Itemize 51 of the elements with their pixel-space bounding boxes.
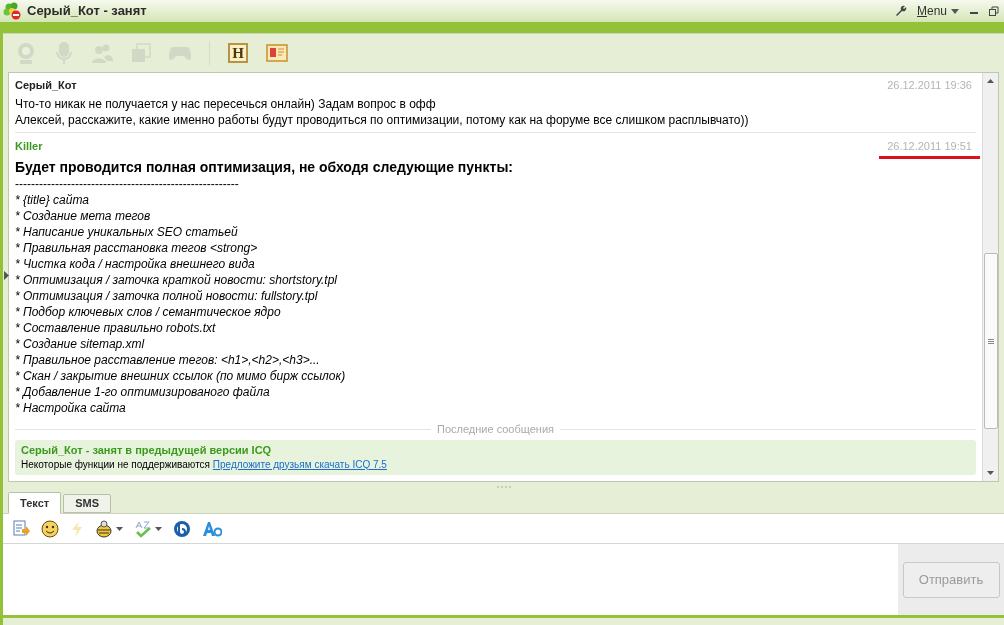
scroll-up-icon[interactable] xyxy=(987,79,994,83)
dropdown-caret-icon[interactable] xyxy=(116,526,123,531)
notice-text: Некоторые функции не поддерживаются xyxy=(21,458,211,470)
message-text: * Создание sitemap.xml xyxy=(15,336,146,352)
collapse-arrow-icon[interactable] xyxy=(4,271,9,280)
recent-messages-label: Последние сообщения xyxy=(437,422,554,437)
message-text: * Правильная расстановка тегов <strong> xyxy=(15,240,259,256)
message-text: * Написание уникальных SEO статьей xyxy=(15,224,239,240)
translate-icon[interactable] xyxy=(173,519,191,538)
spellcheck-icon[interactable] xyxy=(134,519,152,538)
contact-card-icon[interactable] xyxy=(266,44,288,62)
download-link[interactable]: Предложите друзьям скачать ICQ 7.5 xyxy=(212,458,387,470)
paste-text-icon[interactable] xyxy=(13,520,30,537)
message-text: * Подбор ключевых слов / семантическое ядро xyxy=(15,304,282,320)
message-text: * Чистка кода / настройка внешнего вида xyxy=(15,256,256,272)
message-time: 26.12.2011 19:51 xyxy=(879,137,980,159)
scroll-down-icon[interactable] xyxy=(987,471,994,475)
sender-name: Killer xyxy=(15,138,43,154)
message-text: * Оптимизация / заточка полной новости: fullstory.tpl xyxy=(15,288,319,304)
tab[interactable]: SMS xyxy=(63,494,111,513)
smiley-icon[interactable] xyxy=(41,519,59,538)
flower-status-icon xyxy=(3,2,21,20)
notice-title: Серый_Кот - занят в предыдущей версии ICQ xyxy=(21,442,273,458)
message-text: * Добавление 1-го оптимизированого файла xyxy=(15,384,271,400)
font-icon[interactable] xyxy=(202,520,222,537)
dropdown-caret-icon[interactable] xyxy=(155,526,162,531)
bee-icon[interactable] xyxy=(95,519,113,538)
message-text: * Составление правильно robots.txt xyxy=(15,320,217,336)
message-text: * Правильное расставление тегов: <h1>,<h2>,<h3>... xyxy=(15,352,321,368)
message-text: Будет проводится полная оптимизация, не обходя следующие пункты: xyxy=(15,159,514,176)
message-text: Алексей, расскажите, какие именно работы будут проводиться по оптимизации, потому как на форуме все слишком расплывчато)) xyxy=(15,111,750,128)
scrollbar[interactable] xyxy=(982,73,998,481)
restore-icon[interactable] xyxy=(989,6,999,16)
menu-button[interactable]: Menu xyxy=(916,2,959,20)
message-text: Что-то никак не получается у нас пересечься онлайн) Задам вопрос в офф xyxy=(15,95,437,112)
message-time: 26.12.2011 19:36 xyxy=(887,78,972,93)
message-text: * Оптимизация / заточка краткой новости: shortstory.tpl xyxy=(15,272,339,288)
scroll-thumb[interactable] xyxy=(983,253,998,429)
wrench-icon[interactable] xyxy=(894,5,907,17)
message-text: * {title} сайта xyxy=(15,192,90,208)
window-title: Серый_Кот - занят xyxy=(27,2,147,21)
tab[interactable]: Текст xyxy=(8,492,62,514)
caret-icon xyxy=(951,8,959,14)
message-text: * Настройка сайта xyxy=(15,400,127,416)
menu-label: Menu xyxy=(916,3,947,20)
message-text: * Создание мета тегов xyxy=(15,208,152,224)
message-text: * Скан / закрытие внешних ссылок (по мимо бирж ссылок) xyxy=(15,368,347,384)
grip-icon xyxy=(987,338,994,344)
sender-name: Серый_Кот xyxy=(15,78,77,93)
message-text: -------------------------------------------------------- xyxy=(15,176,240,192)
formatting-button[interactable]: H xyxy=(228,43,248,63)
